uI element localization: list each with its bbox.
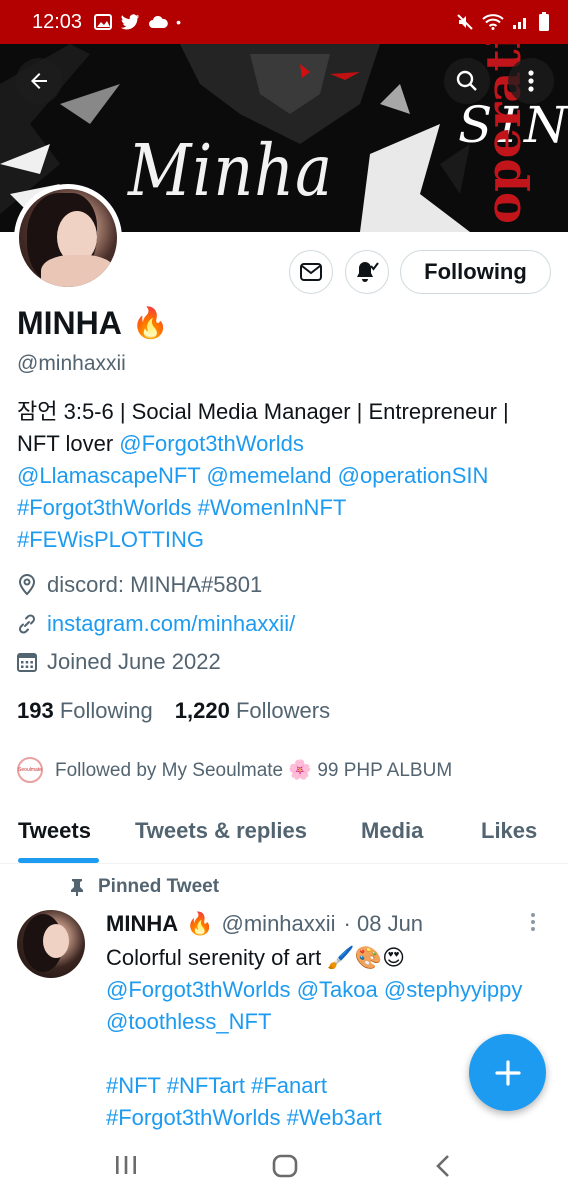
tweet-main-text: Colorful serenity of art 🖌️🎨😍 <box>106 945 406 970</box>
back-nav-button[interactable] <box>434 1154 452 1183</box>
following-label: Following <box>59 698 153 723</box>
tweet-header: MINHA 🔥 @minhaxxii · 08 Jun <box>106 911 423 937</box>
recent-apps-icon <box>116 1156 136 1174</box>
recent-apps-button[interactable] <box>114 1154 138 1181</box>
follow-counts: 193 Following 1,220 Followers <box>17 698 330 724</box>
plus-icon <box>494 1059 521 1086</box>
bio-hashtag[interactable]: #FEWisPLOTTING <box>17 527 204 552</box>
back-chevron-icon <box>436 1155 449 1177</box>
tweet-author-name[interactable]: MINHA <box>106 911 178 937</box>
followers-count: 1,220 <box>174 698 230 723</box>
tweet-more-button[interactable] <box>530 912 536 932</box>
status-time: 12:03 <box>32 10 83 33</box>
mute-icon <box>457 14 473 30</box>
link-icon <box>18 614 36 634</box>
home-button[interactable] <box>272 1154 298 1183</box>
tweet-fire-emoji: 🔥 <box>186 911 214 936</box>
profile-website: instagram.com/minhaxxii/ <box>17 611 295 637</box>
profile-display-name: MINHA 🔥 <box>17 305 169 342</box>
compose-tweet-button[interactable] <box>469 1034 546 1111</box>
battery-icon <box>539 12 549 31</box>
dot-icon: • <box>176 14 181 30</box>
tweet-hashtag[interactable]: #Fanart <box>251 1073 327 1098</box>
tweet-hashtag[interactable]: #NFTart <box>167 1073 245 1098</box>
tab-tweets-replies[interactable]: Tweets & replies <box>135 818 307 844</box>
following-button[interactable]: Following <box>400 250 551 294</box>
more-options-button[interactable] <box>508 58 554 104</box>
more-vertical-icon <box>531 913 535 931</box>
tweet-date: · 08 Jun <box>343 911 424 936</box>
tweet-author-avatar[interactable] <box>17 910 85 978</box>
calendar-icon <box>17 653 37 672</box>
tweet-avatar-face <box>43 924 69 958</box>
status-bar: 12:03 • <box>0 0 568 44</box>
following-count-link[interactable]: 193 Following <box>17 698 153 724</box>
banner-minha-text: Minha <box>128 128 334 213</box>
tweet-mention[interactable]: @stephyyippy <box>384 977 523 1002</box>
location-text: discord: MINHA#5801 <box>47 572 263 597</box>
notifications-button[interactable] <box>345 250 389 294</box>
website-link[interactable]: instagram.com/minhaxxii/ <box>47 611 295 637</box>
wifi-icon <box>482 14 504 30</box>
android-navigation-bar <box>0 1136 568 1200</box>
signal-icon <box>513 18 526 29</box>
following-count: 193 <box>17 698 54 723</box>
tweet-author-handle: @minhaxxii <box>221 911 336 936</box>
active-tab-indicator <box>18 858 99 863</box>
pin-icon <box>71 879 83 896</box>
tweet-mention[interactable]: @Takoa <box>297 977 378 1002</box>
tweet-hashtag[interactable]: #Web3art <box>287 1105 382 1130</box>
tweet-hashtag[interactable]: #NFT <box>106 1073 161 1098</box>
message-button[interactable] <box>289 250 333 294</box>
bio-link[interactable]: @memeland <box>206 463 331 488</box>
back-arrow-icon <box>31 73 47 89</box>
followers-count-link[interactable]: 1,220 Followers <box>175 698 330 724</box>
joined-text: Joined June 2022 <box>47 649 221 674</box>
profile-bio: 잠언 3:5-6 | Social Media Manager | Entrep… <box>17 396 557 556</box>
search-button[interactable] <box>444 58 490 104</box>
followers-label: Followers <box>235 698 331 723</box>
profile-tabs: Tweets Tweets & replies Media Likes <box>0 808 568 864</box>
tweet-mention[interactable]: @toothless_NFT <box>106 1009 271 1034</box>
follower-avatar: Seoulmate <box>17 757 43 783</box>
pinned-label: Pinned Tweet <box>70 876 219 898</box>
back-button[interactable] <box>16 58 62 104</box>
pinned-text: Pinned Tweet <box>98 876 220 897</box>
location-pin-icon <box>18 574 36 596</box>
cloud-icon <box>149 15 168 28</box>
image-icon <box>94 14 113 30</box>
tweet-hashtag[interactable]: #Forgot3thWorlds <box>106 1105 280 1130</box>
profile-handle: @minhaxxii <box>17 352 126 375</box>
bio-link[interactable]: @operationSIN <box>338 463 489 488</box>
envelope-icon <box>300 263 322 281</box>
display-name-text: MINHA <box>17 305 122 341</box>
profile-actions: Following <box>0 250 568 294</box>
tab-media[interactable]: Media <box>361 818 423 844</box>
home-icon <box>272 1154 298 1178</box>
fire-emoji: 🔥 <box>131 307 170 340</box>
more-vertical-icon <box>528 70 534 92</box>
followed-by[interactable]: Seoulmate Followed by My Seoulmate 🌸 99 … <box>17 757 452 783</box>
tab-tweets[interactable]: Tweets <box>18 818 91 844</box>
bio-link[interactable]: @LlamascapeNFT <box>17 463 200 488</box>
twitter-icon <box>120 13 140 29</box>
profile-location: discord: MINHA#5801 <box>17 572 262 598</box>
search-icon <box>456 70 477 91</box>
bio-link[interactable]: @Forgot3thWorlds <box>119 431 304 456</box>
follower-avatar-text: Seoulmate <box>18 767 42 773</box>
bio-hashtag[interactable]: #WomenInNFT <box>198 495 347 520</box>
profile-joined: Joined June 2022 <box>17 649 221 675</box>
bio-hashtag[interactable]: #Forgot3thWorlds <box>17 495 191 520</box>
tab-likes[interactable]: Likes <box>481 818 537 844</box>
followed-by-text: Followed by My Seoulmate 🌸 99 PHP ALBUM <box>55 760 453 781</box>
tweet-mention[interactable]: @Forgot3thWorlds <box>106 977 291 1002</box>
bell-check-icon <box>357 262 379 282</box>
